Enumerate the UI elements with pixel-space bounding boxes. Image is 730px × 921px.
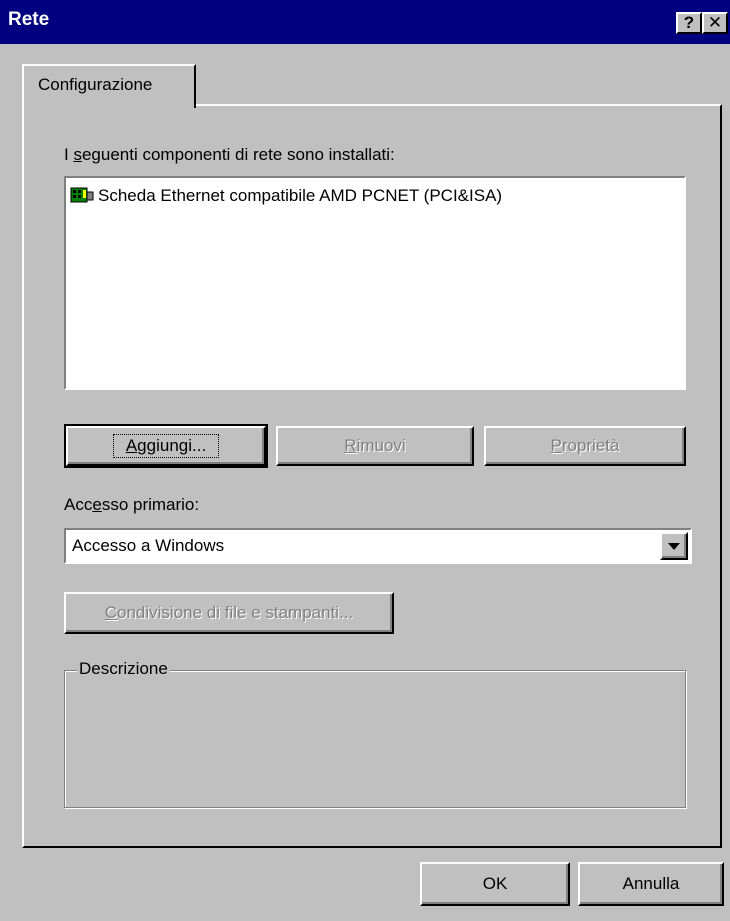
title-bar[interactable]: Rete ? ✕: [0, 0, 730, 44]
dropdown-button[interactable]: [660, 532, 688, 560]
list-item-label: Scheda Ethernet compatibile AMD PCNET (P…: [98, 186, 503, 205]
help-button[interactable]: ?: [676, 12, 702, 34]
network-adapter-icon: [70, 187, 94, 203]
primary-logon-value: Accesso a Windows: [72, 536, 225, 555]
ok-button[interactable]: OK: [420, 862, 570, 906]
chevron-down-icon: [668, 542, 680, 550]
description-groupbox: Descrizione: [64, 659, 686, 808]
components-label: I seguenti componenti di rete sono insta…: [64, 145, 395, 164]
properties-button[interactable]: Proprietà: [484, 426, 686, 466]
primary-logon-label: Accesso primario:: [64, 495, 200, 514]
primary-logon-select[interactable]: Accesso a Windows: [64, 528, 692, 564]
add-button[interactable]: Aggiungi...: [64, 424, 268, 468]
description-label: Descrizione: [77, 659, 170, 679]
tab-label: Configurazione: [38, 75, 153, 94]
remove-button[interactable]: Rimuovi: [276, 426, 474, 466]
window-title: Rete: [8, 9, 50, 30]
list-item[interactable]: Scheda Ethernet compatibile AMD PCNET (P…: [70, 186, 502, 206]
cancel-button[interactable]: Annulla: [578, 862, 724, 906]
tab-configurazione[interactable]: Configurazione: [22, 64, 196, 108]
file-printer-sharing-button[interactable]: Condivisione di file e stampanti...: [64, 592, 394, 634]
close-button[interactable]: ✕: [702, 12, 728, 34]
components-listbox[interactable]: Scheda Ethernet compatibile AMD PCNET (P…: [64, 176, 686, 390]
